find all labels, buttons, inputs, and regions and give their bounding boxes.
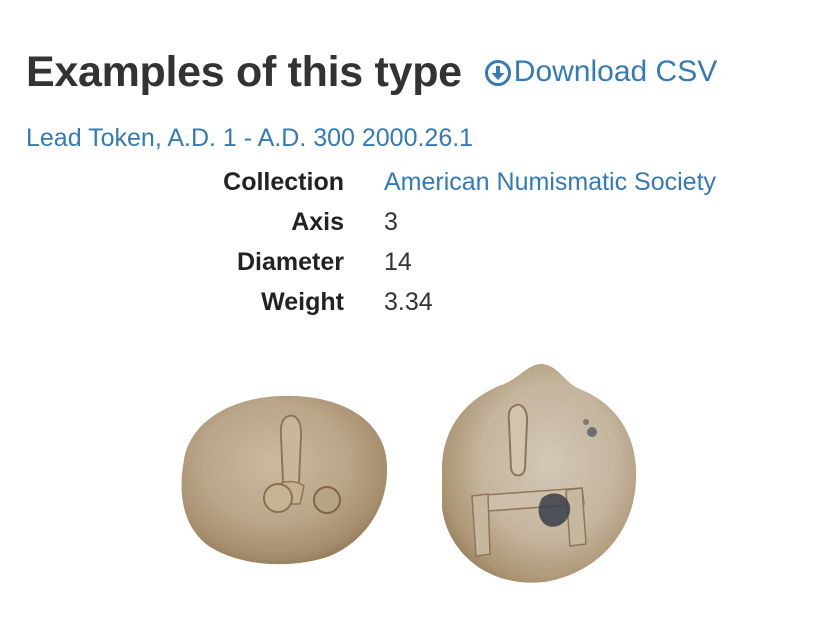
property-label: Axis	[291, 207, 344, 236]
property-label: Collection	[223, 167, 344, 196]
download-circle-icon	[484, 60, 511, 86]
properties-list: Collection American Numismatic Society A…	[180, 162, 800, 322]
collection-link[interactable]: American Numismatic Society	[384, 168, 716, 197]
property-label: Diameter	[237, 247, 344, 276]
property-label: Weight	[261, 287, 344, 316]
coin-reverse-image[interactable]	[432, 358, 642, 590]
object-title-link[interactable]: Lead Token, A.D. 1 - A.D. 300 2000.26.1	[26, 124, 473, 153]
download-csv-link[interactable]: Download CSV	[484, 55, 717, 89]
property-row-weight: Weight 3.34	[180, 282, 800, 322]
property-row-axis: Axis 3	[180, 202, 800, 242]
page: Examples of this type Download CSV Lead …	[0, 0, 826, 634]
page-title: Examples of this type	[26, 48, 462, 96]
download-csv-label: Download CSV	[513, 55, 718, 88]
property-value: 3	[384, 207, 398, 236]
property-value: 14	[384, 247, 412, 276]
property-row-diameter: Diameter 14	[180, 242, 800, 282]
heading-row: Examples of this type Download CSV	[26, 48, 717, 97]
property-value: 3.34	[384, 287, 433, 316]
coin-obverse-image[interactable]	[172, 388, 394, 568]
property-row-collection: Collection American Numismatic Society	[180, 162, 800, 202]
